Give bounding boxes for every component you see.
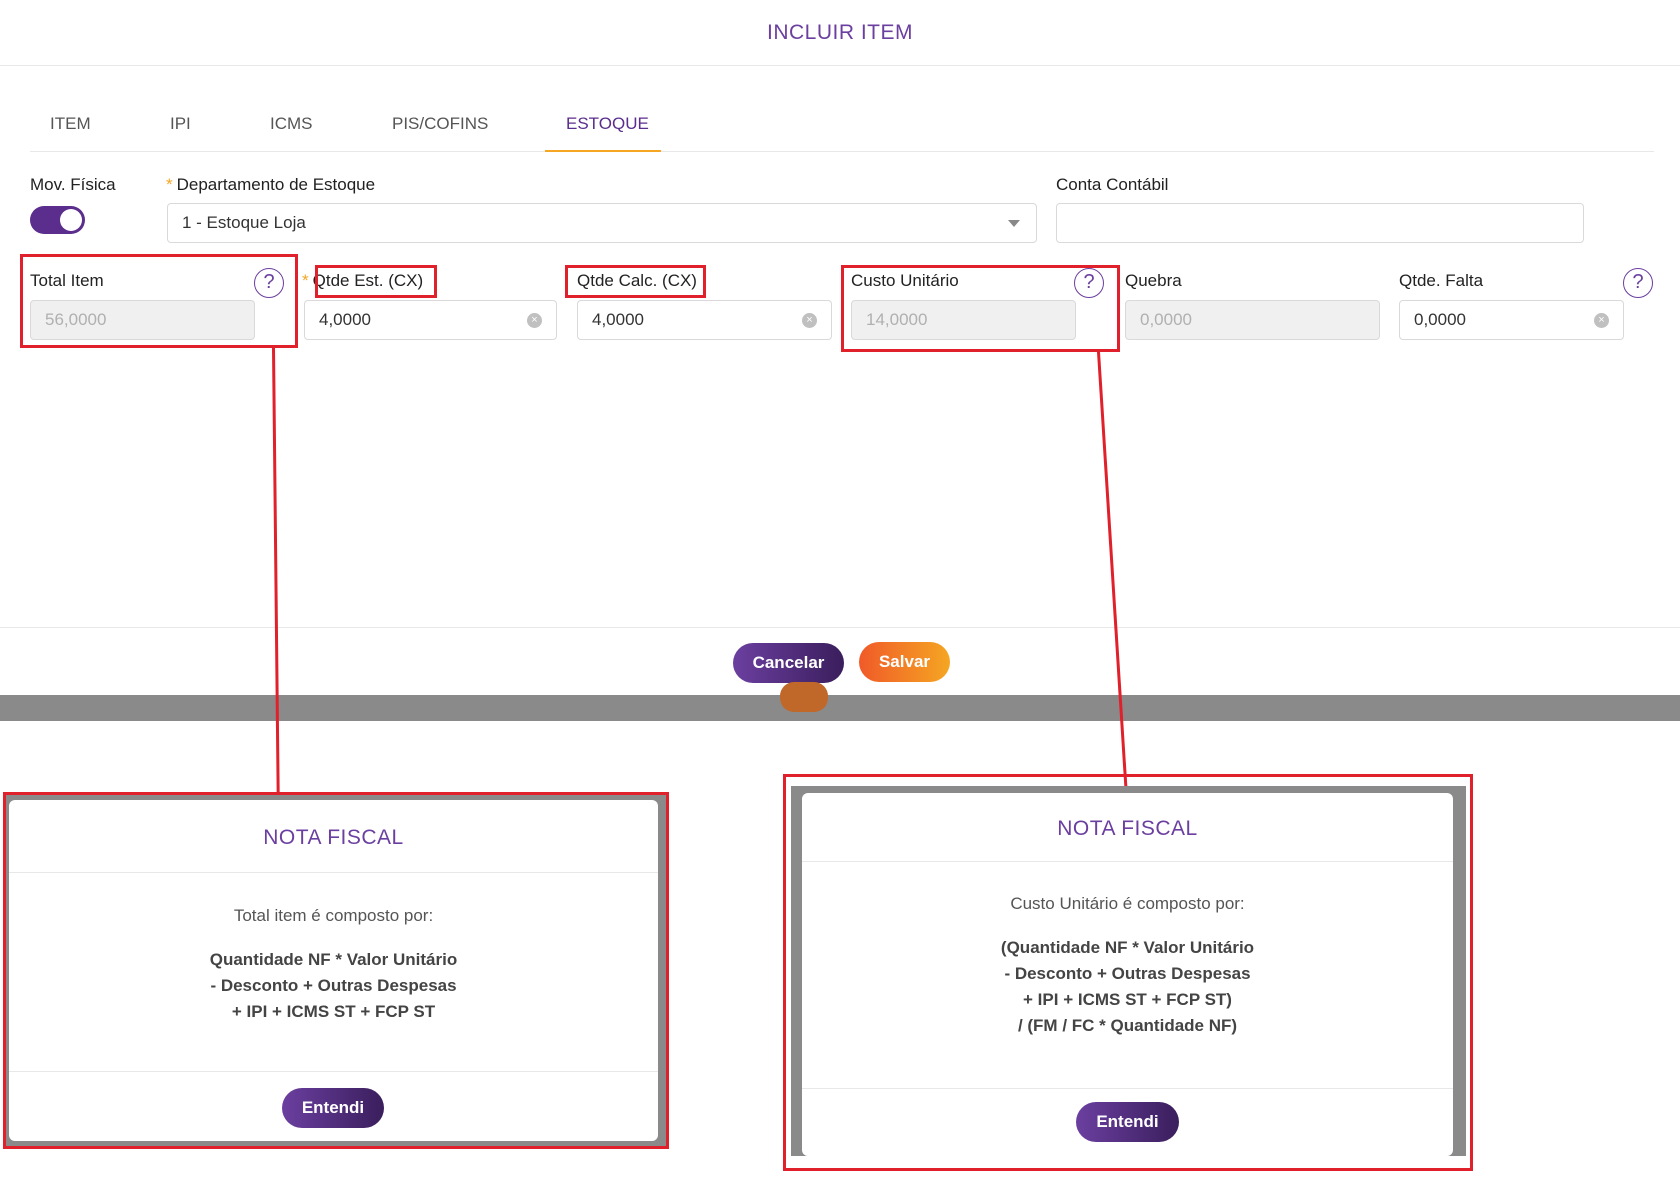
- cancel-button[interactable]: Cancelar: [733, 643, 844, 683]
- tab-estoque[interactable]: ESTOQUE: [566, 114, 649, 134]
- popup-left: NOTA FISCAL Total item é composto por: Q…: [9, 800, 658, 1141]
- chevron-down-icon: [1008, 220, 1020, 227]
- popup-left-title: NOTA FISCAL: [263, 826, 404, 849]
- total-item-value: 56,0000: [45, 310, 107, 329]
- qtde-calc-value: 4,0000: [592, 310, 644, 329]
- popup-right-ok-button[interactable]: Entendi: [1076, 1102, 1179, 1142]
- qtde-est-label-text: Qtde Est. (CX): [312, 271, 424, 290]
- toggle-knob: [60, 209, 82, 231]
- conta-contabil-input[interactable]: [1056, 203, 1584, 243]
- logo-mark-icon: [780, 682, 828, 712]
- quebra-label: Quebra: [1125, 271, 1182, 290]
- departamento-label-text: Departamento de Estoque: [176, 175, 376, 194]
- logo: [780, 680, 990, 720]
- qtde-falta-input[interactable]: 0,0000 ×: [1399, 300, 1624, 340]
- qtde-est-input[interactable]: 4,0000 ×: [304, 300, 557, 340]
- save-button[interactable]: Salvar: [859, 642, 950, 682]
- qtde-falta-help-icon[interactable]: ?: [1623, 268, 1653, 298]
- popup-right-formula-line: / (FM / FC * Quantidade NF): [1017, 1016, 1238, 1035]
- popup-right-formula-line: - Desconto + Outras Despesas: [1004, 964, 1251, 983]
- custo-unitario-value: 14,0000: [866, 310, 928, 329]
- custo-unitario-input: 14,0000: [851, 300, 1076, 340]
- modal-footer-divider: [0, 627, 1680, 628]
- required-asterisk: *: [302, 271, 309, 290]
- qtde-calc-input[interactable]: 4,0000 ×: [577, 300, 832, 340]
- clear-icon[interactable]: ×: [802, 313, 817, 328]
- popup-left-formula-line: - Desconto + Outras Despesas: [210, 976, 457, 995]
- popup-divider: [9, 872, 658, 873]
- mov-fisica-label: Mov. Física: [30, 175, 116, 194]
- conta-contabil-label: Conta Contábil: [1056, 175, 1169, 194]
- popup-right: NOTA FISCAL Custo Unitário é composto po…: [802, 793, 1453, 1156]
- incluir-item-modal: INCLUIR ITEM ITEM IPI ICMS PIS/COFINS ES…: [0, 0, 1680, 695]
- custo-unitario-label: Custo Unitário: [851, 271, 959, 290]
- quebra-input: 0,0000: [1125, 300, 1380, 340]
- departamento-value: 1 - Estoque Loja: [182, 213, 306, 232]
- tab-pis-cofins[interactable]: PIS/COFINS: [392, 114, 488, 134]
- departamento-select[interactable]: 1 - Estoque Loja: [167, 203, 1037, 243]
- qtde-est-label: * Qtde Est. (CX): [302, 271, 423, 291]
- tab-icms[interactable]: ICMS: [270, 114, 313, 134]
- quebra-value: 0,0000: [1140, 310, 1192, 329]
- popup-left-formula-line: Quantidade NF * Valor Unitário: [209, 950, 458, 969]
- popup-right-formula-line: + IPI + ICMS ST + FCP ST): [1023, 990, 1232, 1009]
- qtde-falta-label: Qtde. Falta: [1399, 271, 1484, 290]
- popup-left-formula-line: + IPI + ICMS ST + FCP ST: [231, 1002, 436, 1021]
- active-tab-indicator: [545, 150, 661, 152]
- modal-title: INCLUIR ITEM: [0, 0, 1680, 66]
- tab-ipi[interactable]: IPI: [170, 114, 191, 134]
- total-item-input: 56,0000: [30, 300, 255, 340]
- total-item-label: Total Item: [30, 271, 104, 290]
- clear-icon[interactable]: ×: [527, 313, 542, 328]
- qtde-calc-label: Qtde Calc. (CX): [577, 271, 697, 290]
- popup-right-title: NOTA FISCAL: [1057, 817, 1198, 840]
- popup-right-formula-line: (Quantidade NF * Valor Unitário: [1000, 938, 1255, 957]
- tab-item[interactable]: ITEM: [50, 114, 91, 134]
- popup-divider: [9, 1071, 658, 1072]
- popup-left-intro: Total item é composto por:: [233, 906, 434, 925]
- total-item-help-icon[interactable]: ?: [254, 268, 284, 298]
- mov-fisica-toggle[interactable]: [30, 206, 85, 234]
- required-asterisk: *: [166, 175, 173, 194]
- clear-icon[interactable]: ×: [1594, 313, 1609, 328]
- custo-unitario-help-icon[interactable]: ?: [1074, 268, 1104, 298]
- departamento-label: * Departamento de Estoque: [166, 175, 375, 195]
- popup-divider: [802, 861, 1453, 862]
- popup-right-intro: Custo Unitário é composto por:: [1010, 894, 1245, 913]
- popup-left-ok-button[interactable]: Entendi: [282, 1088, 384, 1128]
- popup-divider: [802, 1088, 1453, 1089]
- tab-bar: ITEM IPI ICMS PIS/COFINS ESTOQUE: [30, 104, 1654, 152]
- qtde-falta-value: 0,0000: [1414, 310, 1466, 329]
- screenshot-stage: INCLUIR ITEM ITEM IPI ICMS PIS/COFINS ES…: [0, 0, 1680, 1188]
- qtde-est-value: 4,0000: [319, 310, 371, 329]
